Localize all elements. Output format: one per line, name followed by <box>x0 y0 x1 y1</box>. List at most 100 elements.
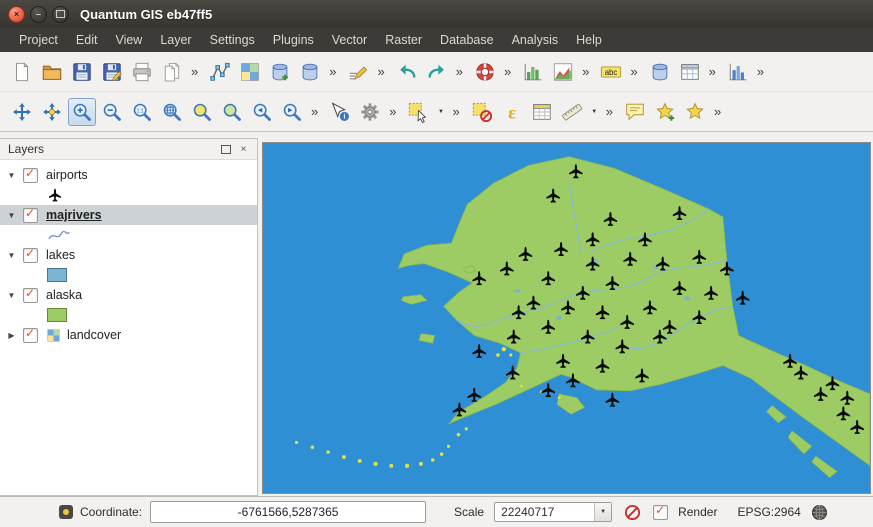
measure-button[interactable] <box>558 98 586 126</box>
menu-layer[interactable]: Layer <box>151 30 200 50</box>
menu-database[interactable]: Database <box>431 30 503 50</box>
layer-checkbox[interactable]: ✓ <box>23 208 38 223</box>
new-bookmark-button[interactable] <box>651 98 679 126</box>
coordinate-input[interactable] <box>150 501 426 523</box>
map-tips-button[interactable] <box>621 98 649 126</box>
add-spatialite-layer-button[interactable] <box>296 58 324 86</box>
label-toolbar-overflow-chevron[interactable]: » <box>630 64 637 79</box>
help-contents-button[interactable] <box>471 58 499 86</box>
redo-button[interactable] <box>423 58 451 86</box>
scale-combo[interactable]: 22240717 ▼ <box>494 502 612 522</box>
raster-toolbar-overflow-chevron[interactable]: » <box>582 64 589 79</box>
layer-expander-icon[interactable]: ▼ <box>4 211 19 220</box>
zoom-to-selection-button[interactable] <box>188 98 216 126</box>
selection-toolbar-overflow-chevron[interactable]: » <box>452 104 459 119</box>
layer-row-landcover[interactable]: ▶ ✓ landcover <box>0 325 257 345</box>
zoom-out-icon <box>101 101 123 123</box>
layer-checkbox[interactable]: ✓ <box>23 288 38 303</box>
zoom-out-button[interactable] <box>98 98 126 126</box>
raster-calculator-button[interactable] <box>549 58 577 86</box>
analysis-toolbar-overflow-chevron[interactable]: » <box>757 64 764 79</box>
panel-float-icon[interactable] <box>218 142 233 157</box>
layer-checkbox[interactable]: ✓ <box>23 328 38 343</box>
crs-status-icon[interactable] <box>811 504 828 521</box>
layer-row-airports[interactable]: ▼ ✓ airports <box>0 165 257 185</box>
attributes-toolbar-overflow-chevron[interactable]: » <box>389 104 396 119</box>
render-checkbox[interactable]: ✓ <box>653 505 668 520</box>
add-raster-layer-button[interactable] <box>236 58 264 86</box>
new-project-button[interactable] <box>8 58 36 86</box>
layer-row-alaska[interactable]: ▼ ✓ alaska <box>0 285 257 305</box>
deselect-features-button[interactable] <box>468 98 496 126</box>
select-features-dropdown-arrow[interactable]: ▼ <box>434 98 447 126</box>
map-canvas[interactable] <box>262 142 871 494</box>
database-toolbar-overflow-chevron[interactable]: » <box>709 64 716 79</box>
panel-close-icon[interactable]: × <box>236 142 251 157</box>
layer-expander-icon[interactable]: ▶ <box>4 331 19 340</box>
select-features-button[interactable] <box>404 98 432 126</box>
layer-label[interactable]: alaska <box>46 288 82 302</box>
scale-dropdown-arrow-icon[interactable]: ▼ <box>594 503 611 521</box>
file-toolbar-overflow-chevron[interactable]: » <box>191 64 198 79</box>
zoom-native-button[interactable] <box>128 98 156 126</box>
stop-render-icon[interactable] <box>624 504 641 521</box>
zoom-last-button[interactable] <box>248 98 276 126</box>
edit-toolbar-overflow-chevron[interactable]: » <box>456 64 463 79</box>
toggle-editing-button[interactable] <box>344 58 372 86</box>
measure-toolbar-overflow-chevron[interactable]: » <box>606 104 613 119</box>
layer-label[interactable]: landcover <box>67 328 121 342</box>
help-toolbar-overflow-chevron[interactable]: » <box>504 64 511 79</box>
window-maximize-button[interactable] <box>52 6 69 23</box>
menu-raster[interactable]: Raster <box>376 30 431 50</box>
window-close-button[interactable]: × <box>8 6 25 23</box>
add-postgis-layer-button[interactable] <box>266 58 294 86</box>
layer-label[interactable]: majrivers <box>46 208 102 222</box>
open-attribute-table-button[interactable] <box>528 98 556 126</box>
save-project-as-button[interactable] <box>98 58 126 86</box>
navigation-toolbar-overflow-chevron[interactable]: » <box>311 104 318 119</box>
menu-edit[interactable]: Edit <box>67 30 107 50</box>
menu-view[interactable]: View <box>106 30 151 50</box>
db-manager-button[interactable] <box>646 58 674 86</box>
layer-row-lakes[interactable]: ▼ ✓ lakes <box>0 245 257 265</box>
layer-row-majrivers[interactable]: ▼ ✓ majrivers <box>0 205 257 225</box>
labeling-button[interactable] <box>597 58 625 86</box>
measure-dropdown-arrow[interactable]: ▼ <box>588 98 601 126</box>
window-minimize-button[interactable]: – <box>30 6 47 23</box>
pan-map-button[interactable] <box>8 98 36 126</box>
menu-project[interactable]: Project <box>10 30 67 50</box>
layer-label[interactable]: lakes <box>46 248 75 262</box>
pan-to-selection-button[interactable] <box>38 98 66 126</box>
undo-button[interactable] <box>393 58 421 86</box>
layer-label[interactable]: airports <box>46 168 88 182</box>
raster-histogram-button[interactable] <box>519 58 547 86</box>
db-table-button[interactable] <box>676 58 704 86</box>
open-project-button[interactable] <box>38 58 66 86</box>
layers-toolbar-overflow-chevron[interactable]: » <box>329 64 336 79</box>
bookmarks-toolbar-overflow-chevron[interactable]: » <box>714 104 721 119</box>
add-vector-layer-button[interactable] <box>206 58 234 86</box>
layer-expander-icon[interactable]: ▼ <box>4 251 19 260</box>
zoom-full-button[interactable] <box>158 98 186 126</box>
map-options-button[interactable] <box>356 98 384 126</box>
identify-features-button[interactable] <box>326 98 354 126</box>
digitizing-toolbar-overflow-chevron[interactable]: » <box>377 64 384 79</box>
layer-expander-icon[interactable]: ▼ <box>4 291 19 300</box>
layer-checkbox[interactable]: ✓ <box>23 168 38 183</box>
menu-plugins[interactable]: Plugins <box>264 30 323 50</box>
layer-expander-icon[interactable]: ▼ <box>4 171 19 180</box>
statistics-chart-button[interactable] <box>724 58 752 86</box>
zoom-next-button[interactable] <box>278 98 306 126</box>
menu-analysis[interactable]: Analysis <box>503 30 568 50</box>
select-by-expression-button[interactable] <box>498 98 526 126</box>
save-project-button[interactable] <box>68 58 96 86</box>
layer-checkbox[interactable]: ✓ <box>23 248 38 263</box>
zoom-in-button[interactable] <box>68 98 96 126</box>
menu-help[interactable]: Help <box>567 30 611 50</box>
composer-manager-button[interactable] <box>158 58 186 86</box>
menu-vector[interactable]: Vector <box>323 30 376 50</box>
zoom-to-layer-button[interactable] <box>218 98 246 126</box>
menu-settings[interactable]: Settings <box>201 30 264 50</box>
show-bookmarks-button[interactable] <box>681 98 709 126</box>
new-print-composer-button[interactable] <box>128 58 156 86</box>
